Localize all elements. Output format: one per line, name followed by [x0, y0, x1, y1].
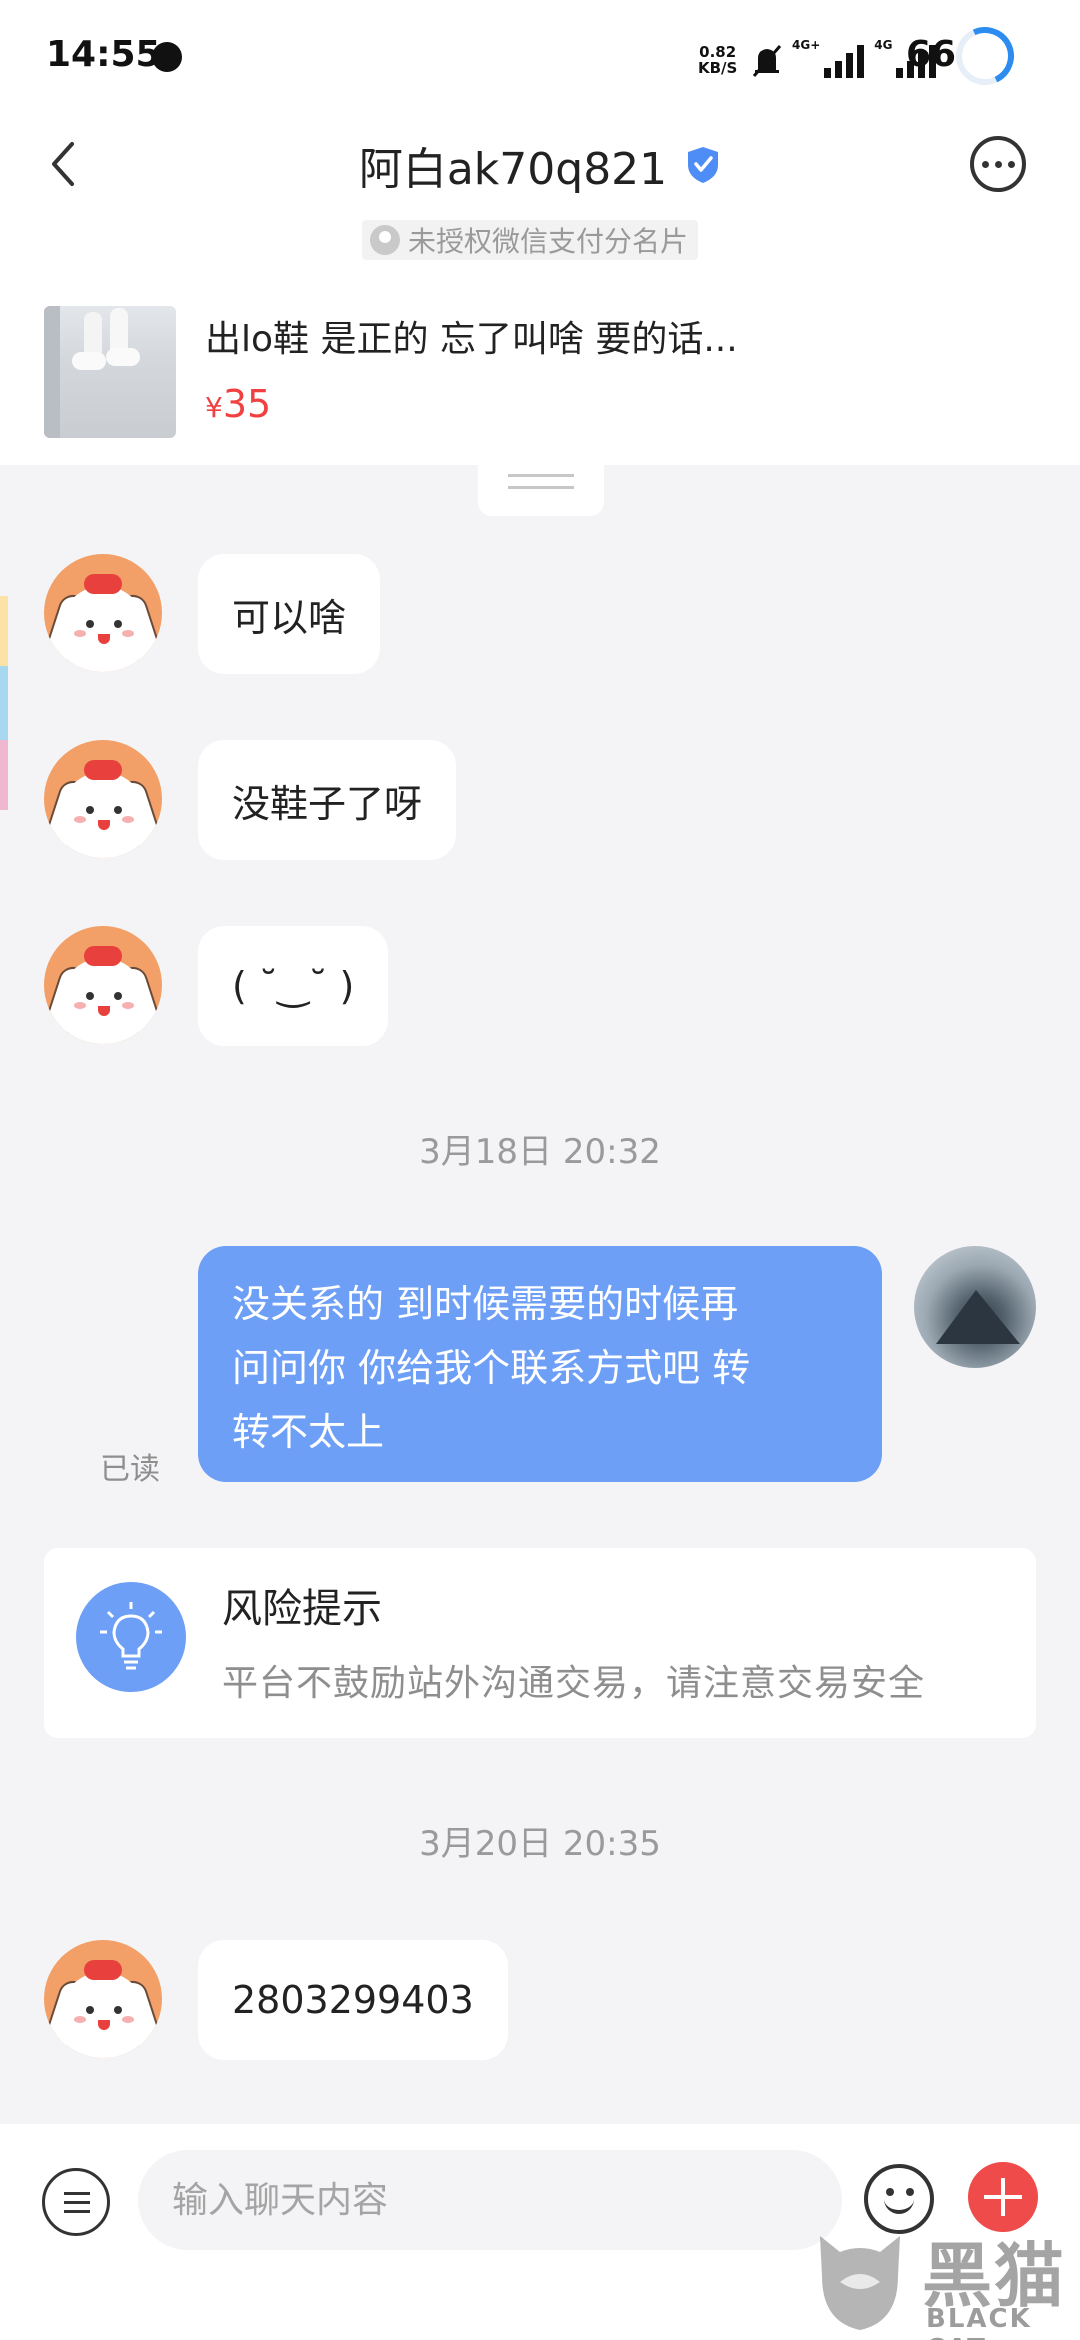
menu-icon[interactable] [42, 2168, 110, 2236]
timestamp: 3月20日 20:35 [419, 1824, 661, 1864]
signal1-tag: 4G+ [792, 38, 821, 52]
product-card[interactable]: 出lo鞋 是正的 忘了叫啥 要的话... ¥35 [0, 290, 1080, 465]
contact-avatar[interactable] [44, 740, 162, 858]
verified-shield-icon [688, 147, 719, 183]
signal1-icon [824, 44, 865, 78]
message-bubble[interactable]: 没鞋子了呀 [198, 740, 457, 860]
network-speed-value: 0.82 [699, 43, 737, 61]
currency-symbol: ¥ [205, 391, 223, 424]
contact-avatar[interactable] [44, 1940, 162, 2058]
network-speed-unit: KB/S [698, 59, 738, 77]
notification-dot-icon [152, 42, 182, 72]
collapse-handle[interactable] [478, 450, 604, 516]
my-message-bubble[interactable]: 没关系的 到时候需要的时候再 问问你 你给我个联系方式吧 转 转不太上 [198, 1246, 882, 1482]
contact-avatar[interactable] [44, 554, 162, 672]
timestamp: 3月18日 20:32 [419, 1132, 661, 1172]
status-bar: 14:55 0.82 KB/S 4G+ 4G 66 [0, 0, 1080, 110]
user-icon [370, 225, 400, 255]
wechat-card-tag[interactable]: 未授权微信支付分名片 [362, 220, 699, 260]
product-price: ¥35 [205, 382, 271, 426]
my-message-line: 没关系的 到时候需要的时候再 [232, 1282, 739, 1326]
lightbulb-icon [76, 1582, 186, 1692]
battery-level: 66 [906, 34, 957, 75]
risk-text: 平台不鼓励站外沟通交易，请注意交易安全 [222, 1663, 926, 1704]
risk-title: 风险提示 [222, 1586, 382, 1632]
contact-name[interactable]: 阿白ak70q821 [359, 133, 667, 197]
chat-header: 阿白ak70q821 未授权微信支付分名片 [0, 110, 1080, 290]
product-thumbnail [44, 306, 176, 438]
my-avatar[interactable] [914, 1246, 1036, 1368]
price-value: 35 [222, 382, 272, 426]
network-speed: 0.82 KB/S [698, 44, 737, 76]
message-bubble[interactable]: ( ˘‿˘ ) [198, 926, 389, 1046]
signal2-tag: 4G [874, 38, 893, 52]
title-row: 阿白ak70q821 [0, 130, 1080, 200]
wechat-card-label: 未授权微信支付分名片 [408, 225, 689, 258]
product-title: 出lo鞋 是正的 忘了叫啥 要的话... [205, 319, 738, 360]
risk-warning-card: 风险提示 平台不鼓励站外沟通交易，请注意交易安全 [44, 1548, 1036, 1738]
black-cat-logo-icon [820, 2236, 900, 2330]
chat-input[interactable] [138, 2150, 842, 2250]
side-strip-yellow [0, 596, 8, 666]
side-strip-pink [0, 740, 8, 810]
contact-avatar[interactable] [44, 926, 162, 1044]
my-message-line: 问问你 你给我个联系方式吧 转 [232, 1346, 751, 1390]
side-strip-blue [0, 666, 8, 740]
my-message-line: 转不太上 [232, 1410, 385, 1454]
mute-icon [752, 45, 782, 77]
watermark-en: BLACK CAT [926, 2304, 1032, 2340]
read-status: 已读 [100, 1452, 160, 1487]
watermark: 黑猫 BLACK CAT [810, 2220, 1080, 2340]
battery-ring-icon [947, 18, 1023, 94]
message-bubble[interactable]: 可以啥 [198, 554, 381, 674]
status-time: 14:55 [46, 34, 161, 75]
more-icon[interactable] [970, 136, 1026, 192]
message-bubble[interactable]: 2803299403 [198, 1940, 508, 2060]
